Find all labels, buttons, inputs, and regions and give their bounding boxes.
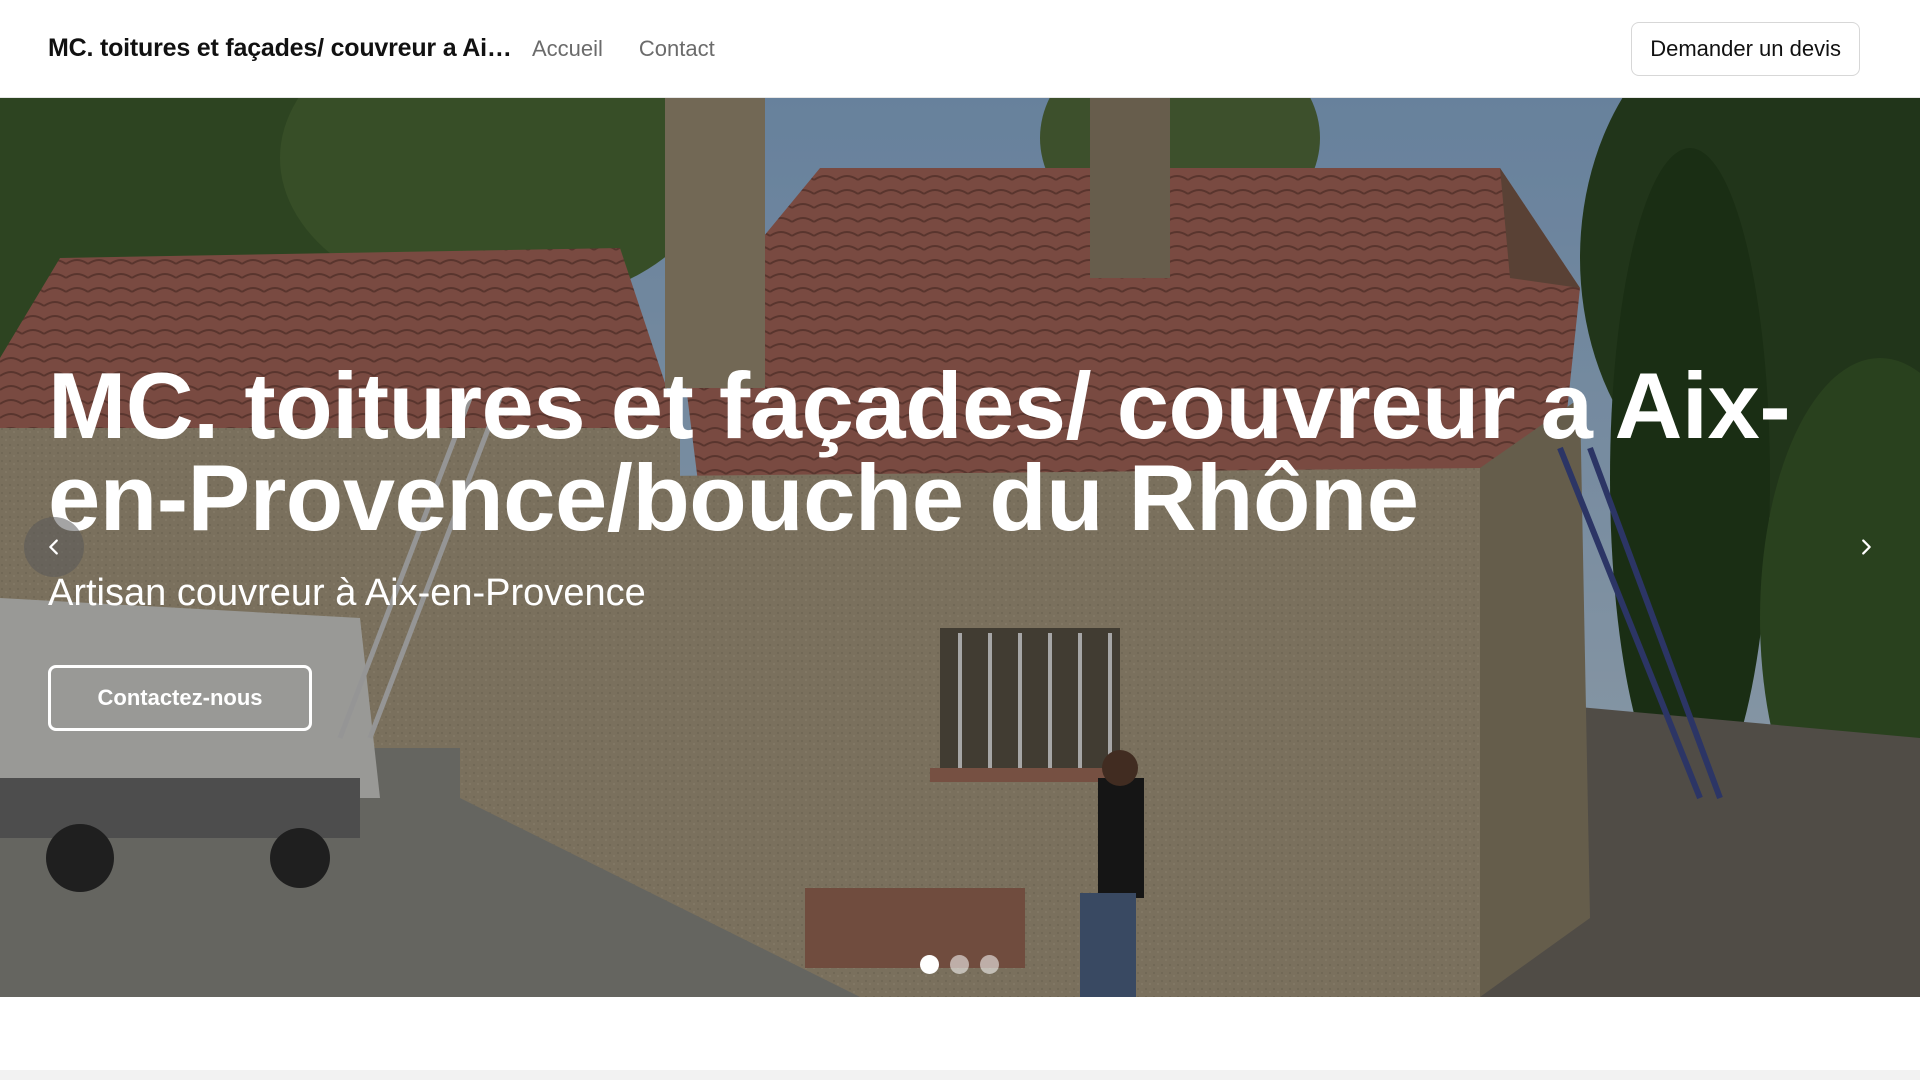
nav-link-accueil[interactable]: Accueil: [532, 36, 603, 62]
site-brand[interactable]: MC. toitures et façades/ couvreur a Ai…: [48, 34, 518, 63]
carousel-dot-3[interactable]: [980, 955, 999, 974]
carousel-dot-2[interactable]: [950, 955, 969, 974]
request-quote-button[interactable]: Demander un devis: [1631, 21, 1860, 76]
hero-subtitle: Artisan couvreur à Aix-en-Provence: [48, 572, 646, 614]
chevron-right-icon: [1862, 539, 1871, 555]
site-header: MC. toitures et façades/ couvreur a Ai… …: [0, 0, 1920, 98]
main-nav: Accueil Contact: [532, 36, 715, 62]
hero-content: MC. toitures et façades/ couvreur a Aix-…: [48, 353, 1848, 731]
next-section-edge: [0, 1070, 1920, 1080]
carousel-next-button[interactable]: [1836, 517, 1896, 577]
carousel-dots: [920, 955, 999, 974]
hero-carousel: MC. toitures et façades/ couvreur a Aix-…: [0, 98, 1920, 997]
hero-title: MC. toitures et façades/ couvreur a Aix-…: [48, 353, 1791, 550]
chevron-left-icon: [49, 539, 58, 555]
nav-link-contact[interactable]: Contact: [639, 36, 715, 62]
contact-us-button[interactable]: Contactez-nous: [48, 665, 312, 731]
carousel-prev-button[interactable]: [24, 517, 84, 577]
carousel-dot-1[interactable]: [920, 955, 939, 974]
